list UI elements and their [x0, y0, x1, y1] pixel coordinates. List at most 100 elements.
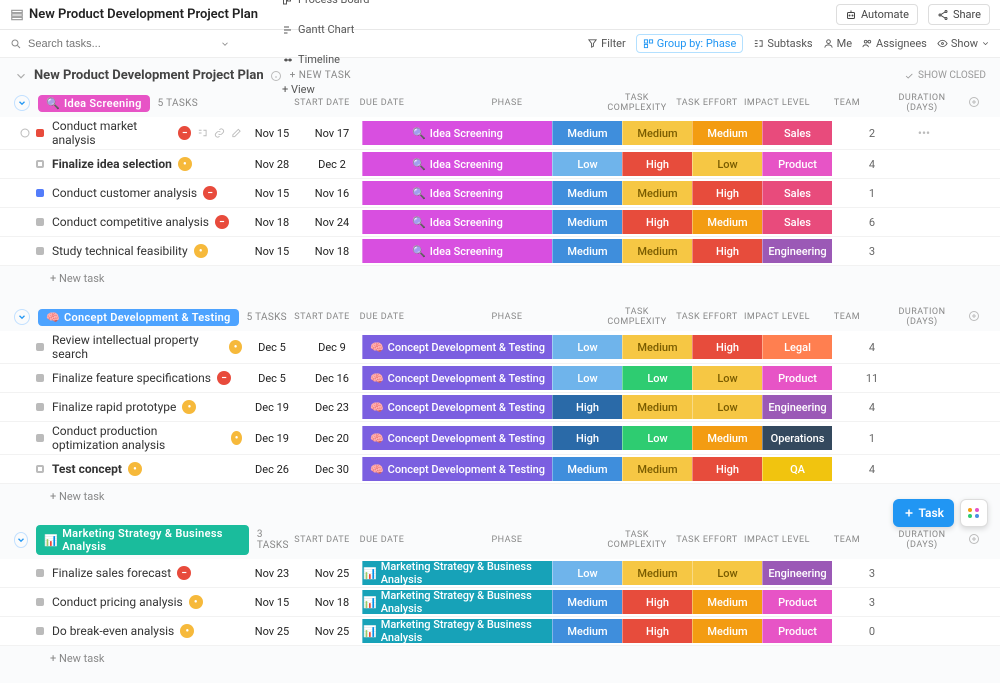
start-date[interactable]: Nov 15 — [242, 187, 302, 200]
task-row[interactable]: Conduct competitive analysis − Nov 18 No… — [0, 208, 1000, 237]
phase-cell[interactable]: 🧠 Concept Development & Testing — [362, 366, 552, 390]
team-cell[interactable]: Operations — [762, 426, 832, 450]
task-name-cell[interactable]: Finalize idea selection • — [52, 157, 242, 171]
team-cell[interactable]: Product — [762, 590, 832, 614]
section-collapse-button[interactable] — [14, 532, 28, 548]
effort-cell[interactable]: High — [622, 590, 692, 614]
add-column-button[interactable] — [962, 96, 986, 111]
start-date[interactable]: Nov 28 — [242, 158, 302, 171]
task-row[interactable]: Finalize idea selection • Nov 28 Dec 2 🔍… — [0, 150, 1000, 179]
status-dot[interactable] — [36, 189, 44, 197]
search-wrap[interactable] — [10, 38, 230, 50]
duration-cell[interactable]: 4 — [832, 158, 912, 171]
effort-cell[interactable]: High — [622, 619, 692, 643]
effort-cell[interactable]: Medium — [622, 335, 692, 359]
status-dot[interactable] — [36, 627, 44, 635]
task-row[interactable]: Finalize rapid prototype • Dec 19 Dec 23… — [0, 393, 1000, 422]
impact-cell[interactable]: Low — [692, 152, 762, 176]
effort-cell[interactable]: High — [622, 210, 692, 234]
duration-cell[interactable]: 1 — [832, 432, 912, 445]
new-task-row[interactable]: + New task — [0, 484, 1000, 509]
task-name-cell[interactable]: Conduct pricing analysis • — [52, 595, 242, 609]
priority-blocked-icon[interactable]: − — [177, 566, 191, 580]
complexity-cell[interactable]: Medium — [552, 210, 622, 234]
show-closed-button[interactable]: SHOW CLOSED — [904, 70, 986, 81]
edit-icon[interactable] — [231, 127, 242, 139]
complexity-cell[interactable]: Low — [552, 366, 622, 390]
me-button[interactable]: Me — [823, 37, 852, 50]
complexity-cell[interactable]: Medium — [552, 239, 622, 263]
task-row[interactable]: Review intellectual property search • De… — [0, 331, 1000, 364]
team-cell[interactable]: Engineering — [762, 561, 832, 585]
phase-cell[interactable]: 🧠 Concept Development & Testing — [362, 457, 552, 481]
start-date[interactable]: Nov 25 — [242, 625, 302, 638]
status-dot[interactable] — [36, 403, 44, 411]
priority-warn-icon[interactable]: • — [229, 340, 242, 354]
priority-warn-icon[interactable]: • — [180, 624, 194, 638]
impact-cell[interactable]: High — [692, 239, 762, 263]
effort-cell[interactable]: Low — [622, 366, 692, 390]
impact-cell[interactable]: High — [692, 181, 762, 205]
duration-cell[interactable]: 6 — [832, 216, 912, 229]
complexity-cell[interactable]: Medium — [552, 457, 622, 481]
collapse-icon[interactable] — [14, 69, 28, 83]
duration-cell[interactable]: 4 — [832, 463, 912, 476]
priority-blocked-icon[interactable]: − — [217, 371, 231, 385]
impact-cell[interactable]: Low — [692, 366, 762, 390]
team-cell[interactable]: Engineering — [762, 395, 832, 419]
tab--view[interactable]: + View — [274, 75, 411, 105]
task-row[interactable]: Conduct market analysis − Nov 15 Nov 17 … — [0, 117, 1000, 150]
due-date[interactable]: Dec 16 — [302, 372, 362, 385]
due-date[interactable]: Dec 30 — [302, 463, 362, 476]
status-dot[interactable] — [36, 247, 44, 255]
impact-cell[interactable]: Medium — [692, 590, 762, 614]
status-dot[interactable] — [36, 218, 44, 226]
due-date[interactable]: Dec 2 — [302, 158, 362, 171]
task-name-cell[interactable]: Do break-even analysis • — [52, 624, 242, 638]
task-name-cell[interactable]: Study technical feasibility • — [52, 244, 242, 258]
team-cell[interactable]: Product — [762, 619, 832, 643]
impact-cell[interactable]: Medium — [692, 121, 762, 145]
impact-cell[interactable]: Medium — [692, 619, 762, 643]
start-date[interactable]: Dec 19 — [242, 401, 302, 414]
phase-cell[interactable]: 🔍 Idea Screening — [362, 210, 552, 234]
team-cell[interactable]: Product — [762, 366, 832, 390]
complexity-cell[interactable]: Low — [552, 335, 622, 359]
due-date[interactable]: Nov 17 — [302, 127, 362, 140]
priority-warn-icon[interactable]: • — [178, 157, 192, 171]
impact-cell[interactable]: Low — [692, 395, 762, 419]
subtasks-button[interactable]: Subtasks — [753, 37, 812, 50]
impact-cell[interactable]: Medium — [692, 210, 762, 234]
effort-cell[interactable]: Medium — [622, 239, 692, 263]
phase-cell[interactable]: 🧠 Concept Development & Testing — [362, 335, 552, 359]
task-row[interactable]: Test concept • Dec 26 Dec 30 🧠 Concept D… — [0, 455, 1000, 484]
priority-warn-icon[interactable]: • — [182, 400, 196, 414]
share-button[interactable]: Share — [928, 4, 990, 25]
phase-cell[interactable]: 📊 Marketing Strategy & Business Analysis — [362, 619, 552, 643]
task-name-cell[interactable]: Test concept • — [52, 462, 242, 476]
start-date[interactable]: Dec 26 — [242, 463, 302, 476]
phase-cell[interactable]: 🔍 Idea Screening — [362, 121, 552, 145]
new-task-row[interactable]: + New task — [0, 646, 1000, 671]
duration-cell[interactable]: 3 — [832, 245, 912, 258]
tab-process-board[interactable]: Process Board — [274, 0, 411, 15]
phase-cell[interactable]: 🧠 Concept Development & Testing — [362, 426, 552, 450]
impact-cell[interactable]: Medium — [692, 426, 762, 450]
status-dot[interactable] — [36, 569, 44, 577]
task-name-cell[interactable]: Conduct customer analysis − — [52, 186, 242, 200]
chevron-down-icon[interactable] — [220, 39, 230, 49]
team-cell[interactable]: Engineering — [762, 239, 832, 263]
effort-cell[interactable]: Medium — [622, 457, 692, 481]
circle-icon[interactable] — [19, 127, 31, 139]
row-more-button[interactable]: ••• — [912, 126, 936, 140]
task-row[interactable]: Finalize feature specifications − Dec 5 … — [0, 364, 1000, 393]
duration-cell[interactable]: 0 — [832, 625, 912, 638]
status-dot[interactable] — [36, 465, 44, 473]
start-date[interactable]: Dec 5 — [242, 372, 302, 385]
team-cell[interactable]: Sales — [762, 181, 832, 205]
due-date[interactable]: Nov 25 — [302, 625, 362, 638]
complexity-cell[interactable]: Low — [552, 561, 622, 585]
task-name-cell[interactable]: Finalize sales forecast − — [52, 566, 242, 580]
team-cell[interactable]: Legal — [762, 335, 832, 359]
due-date[interactable]: Nov 24 — [302, 216, 362, 229]
